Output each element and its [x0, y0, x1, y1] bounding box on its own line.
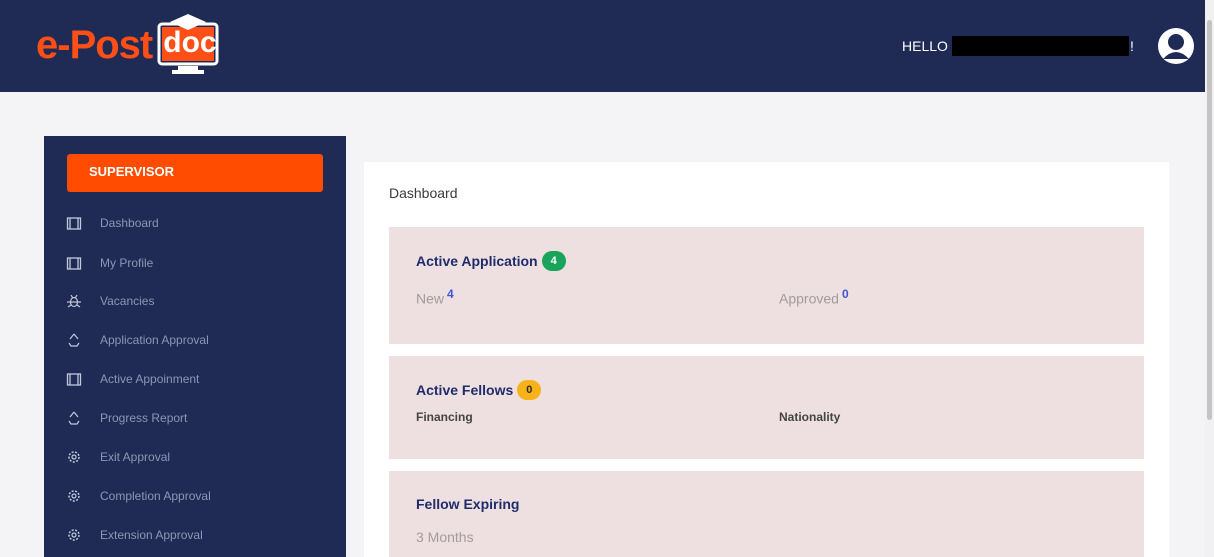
greeting-suffix: !: [1130, 38, 1134, 54]
sidebar-item-completion-approval[interactable]: Completion Approval: [66, 486, 211, 506]
cog-icon: [68, 529, 80, 541]
sidebar-item-label: Completion Approval: [100, 489, 211, 503]
nationality-label: Nationality: [779, 410, 841, 424]
card-active-fellows: Active Fellows 0 Financing Nationality: [389, 356, 1144, 459]
briefcase-icon: [66, 373, 82, 386]
user-avatar-icon: [1158, 28, 1194, 64]
sidebar-item-label: Application Approval: [100, 333, 209, 347]
sidebar-item-exit-approval[interactable]: Exit Approval: [66, 447, 170, 467]
sidebar-item-my-profile[interactable]: My Profile: [66, 253, 153, 273]
scrollbar-thumb[interactable]: [1207, 20, 1212, 420]
sidebar-item-dashboard[interactable]: Dashboard: [66, 213, 159, 233]
card-title-text: Active Fellows: [416, 382, 514, 398]
stat-value[interactable]: 0: [842, 287, 849, 301]
card-title-text: Active Application: [416, 253, 538, 269]
sidebar-item-application-approval[interactable]: Application Approval: [66, 330, 209, 350]
greeting-text: HELLO: [902, 38, 948, 54]
financing-label: Financing: [416, 410, 473, 424]
bug-icon: [67, 294, 81, 308]
main-content: Dashboard Active Application 4 New 4 Appr…: [364, 162, 1169, 557]
sidebar: SUPERVISOR Dashboard My Profile Vacancie…: [44, 136, 346, 557]
expiring-period: 3 Months: [416, 529, 474, 545]
card-title: Fellow Expiring: [416, 496, 519, 512]
briefcase-icon: [66, 217, 82, 230]
sidebar-item-label: Extension Approval: [100, 528, 203, 542]
stat-label: Approved: [779, 290, 839, 307]
sidebar-item-label: Exit Approval: [100, 450, 171, 464]
sidebar-item-label: Progress Report: [100, 411, 188, 425]
card-fellow-expiring: Fellow Expiring 3 Months: [389, 471, 1144, 557]
stat-approved: Approved 0: [779, 287, 849, 307]
stat-new: New 4: [416, 287, 454, 307]
stat-value[interactable]: 4: [447, 287, 454, 301]
sidebar-item-label: Active Appoinment: [100, 372, 200, 386]
card-title: Active Application 4: [416, 251, 566, 271]
card-active-application: Active Application 4 New 4 Approved 0: [389, 227, 1144, 344]
sidebar-item-label: My Profile: [100, 256, 154, 270]
logo-text: e-Post: [36, 22, 153, 67]
sidebar-item-extension-approval[interactable]: Extension Approval: [66, 525, 203, 545]
logo-monitor-mark: doc: [156, 14, 220, 76]
sidebar-item-active-appoinment[interactable]: Active Appoinment: [66, 369, 199, 389]
count-badge: 0: [517, 380, 542, 400]
stat-label: New: [416, 290, 445, 307]
card-title-text: Fellow Expiring: [416, 496, 520, 512]
sidebar-item-label: Vacancies: [100, 294, 155, 308]
sidebar-item-label: Dashboard: [100, 216, 159, 230]
redacted-username: [952, 36, 1129, 56]
recycle-icon: [68, 333, 80, 347]
briefcase-icon: [66, 257, 82, 270]
top-header: e-Post doc HELLO !: [0, 0, 1205, 92]
user-avatar[interactable]: [1157, 27, 1195, 65]
sidebar-item-vacancies[interactable]: Vacancies: [66, 291, 154, 311]
role-button-supervisor[interactable]: SUPERVISOR: [67, 154, 323, 192]
card-title: Active Fellows 0: [416, 380, 542, 400]
count-badge: 4: [541, 251, 566, 271]
cog-icon: [68, 451, 80, 463]
app-logo[interactable]: e-Post doc: [36, 14, 220, 76]
sidebar-item-progress-report[interactable]: Progress Report: [66, 408, 187, 428]
logo-mark-text: doc: [163, 26, 217, 59]
page-title: Dashboard: [389, 185, 458, 201]
recycle-icon: [68, 411, 80, 425]
cog-icon: [68, 490, 80, 502]
